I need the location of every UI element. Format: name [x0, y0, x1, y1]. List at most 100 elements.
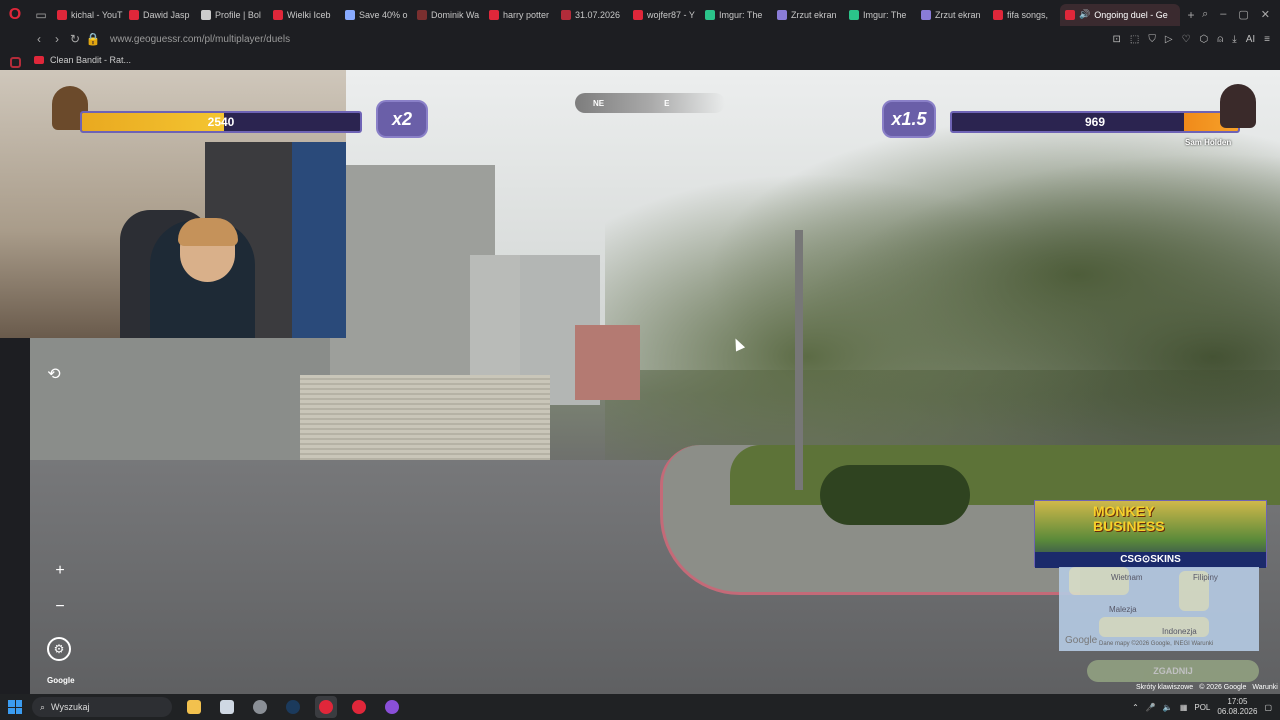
address-bar: ‹ › ↻ 🔒 www.geoguessr.com/pl/multiplayer… — [0, 29, 1280, 49]
return-to-start-icon[interactable]: ⟲ — [41, 361, 67, 387]
right-player-avatar — [1220, 84, 1256, 128]
taskbar-search[interactable]: ⌕ Wyszukaj — [32, 697, 172, 717]
start-button[interactable] — [0, 700, 30, 714]
streaming-app-icon[interactable] — [381, 696, 403, 718]
speaker-icon: 🔊 — [1079, 9, 1091, 19]
right-player-score: 969 — [1084, 115, 1106, 129]
left-player-score: 2540 — [207, 115, 235, 129]
map-label-vietnam: Wietnam — [1111, 573, 1143, 582]
bookmark-icon[interactable]: ⊡ — [1113, 34, 1121, 45]
tab-label: Wielki Iceb — [287, 9, 331, 20]
clock[interactable]: 17:05 06.08.2026 — [1217, 697, 1257, 717]
curtain — [292, 142, 346, 338]
shutter-wall — [300, 375, 550, 470]
right-multiplier-badge: x1.5 — [882, 100, 936, 138]
search-tabs-icon[interactable]: ⌕ — [1202, 8, 1208, 21]
tab-6[interactable]: harry potter — [484, 4, 556, 26]
settings-icon[interactable] — [249, 696, 271, 718]
tab-label: Zrzut ekran — [935, 9, 981, 20]
ai-icon[interactable]: AI — [1246, 34, 1255, 45]
close-icon[interactable]: ✕ — [1261, 8, 1270, 21]
compass: NE E — [575, 93, 725, 113]
network-icon[interactable]: ▦ — [1180, 703, 1188, 712]
url-field[interactable]: www.geoguessr.com/pl/multiplayer/duels — [110, 34, 290, 45]
tab-0[interactable]: kichal - YouT — [52, 4, 124, 26]
ad-title: MONKEY BUSINESS — [1093, 503, 1165, 534]
volume-icon[interactable]: 🔈 — [1163, 703, 1173, 712]
time: 17:05 — [1227, 697, 1248, 706]
menu-icon[interactable]: ≡ — [1264, 34, 1270, 45]
tab-label: kichal - YouT — [71, 9, 123, 20]
reload-icon[interactable]: ↻ — [66, 32, 84, 46]
tab-favicon-icon — [849, 9, 859, 20]
back-icon[interactable]: ‹ — [30, 32, 48, 46]
tab-7[interactable]: 31.07.2026 — [556, 4, 628, 26]
opera-logo-icon[interactable]: O — [0, 0, 30, 29]
settings-gear-icon[interactable]: ⚙ — [47, 637, 71, 661]
zoom-out-button[interactable]: − — [55, 598, 64, 616]
tab-ongoing-duel[interactable]: 🔊 Ongoing duel - Ge — [1060, 3, 1180, 26]
guess-button[interactable]: ZGADNIJ — [1087, 660, 1259, 682]
tab-label: wojfer87 - Y — [647, 9, 695, 20]
chevron-up-icon[interactable]: ⌃ — [1132, 703, 1139, 712]
zoom-in-button[interactable]: + — [55, 562, 64, 580]
opera-gx-icon[interactable] — [348, 696, 370, 718]
building — [575, 325, 640, 400]
search-icon: ⌕ — [40, 701, 46, 712]
terms-link[interactable]: Warunki — [1252, 684, 1277, 691]
tab-9[interactable]: Imgur: The — [700, 4, 772, 26]
search-placeholder: Wyszukaj — [51, 702, 90, 712]
tab-11[interactable]: Imgur: The — [844, 4, 916, 26]
tab-favicon-icon — [417, 9, 427, 20]
tab-favicon-icon — [201, 9, 211, 20]
guess-minimap[interactable]: Wietnam Filipiny Malezja Indonezja Googl… — [1059, 567, 1259, 651]
google-watermark: Google — [47, 676, 75, 685]
bookmark-item[interactable]: Clean Bandit - Rat... — [50, 55, 131, 65]
tab-2[interactable]: Profile | Bol — [196, 4, 268, 26]
ad-banner[interactable]: MONKEY BUSINESS CSG⊙SKINS — [1034, 500, 1267, 568]
tab-favicon-icon — [129, 9, 139, 20]
tab-10[interactable]: Zrzut ekran — [772, 4, 844, 26]
download-icon[interactable]: ⤓ — [1232, 34, 1236, 45]
tab-5[interactable]: Dominik Wa — [412, 4, 484, 26]
file-explorer-icon[interactable] — [183, 696, 205, 718]
account-icon[interactable]: ⍝ — [1217, 34, 1223, 45]
new-tab-icon[interactable]: + — [1180, 0, 1202, 29]
tab-3[interactable]: Wielki Iceb — [268, 4, 340, 26]
play-icon[interactable]: ▷ — [1165, 34, 1173, 45]
tab-bar: O ▭ kichal - YouT Dawid Jasp Profile | Bol… — [0, 0, 1280, 29]
snapshot-icon[interactable]: ⬚ — [1130, 34, 1139, 45]
windows-logo-icon — [8, 700, 22, 714]
tab-8[interactable]: wojfer87 - Y — [628, 4, 700, 26]
map-label-indonesia: Indonezja — [1162, 627, 1197, 636]
notification-icon[interactable]: ▢ — [1264, 703, 1272, 712]
mic-icon[interactable]: 🎤 — [1146, 703, 1156, 712]
map-google-logo: Google — [1065, 635, 1098, 646]
tab-label: fifa songs, — [1007, 9, 1049, 20]
tab-favicon-icon — [777, 9, 787, 20]
tab-12[interactable]: Zrzut ekran — [916, 4, 988, 26]
language-indicator[interactable]: POL — [1194, 703, 1210, 712]
keyboard-shortcuts-link[interactable]: Skróty klawiszowe — [1136, 684, 1193, 691]
app-icon[interactable] — [216, 696, 238, 718]
tab-menu-icon[interactable]: ▭ — [30, 0, 52, 29]
minimize-icon[interactable]: – — [1220, 8, 1226, 21]
heart-icon[interactable]: ♡ — [1182, 34, 1191, 45]
steam-icon[interactable] — [282, 696, 304, 718]
tab-favicon-icon — [273, 9, 283, 20]
messenger-icon[interactable] — [9, 57, 21, 68]
date: 06.08.2026 — [1217, 707, 1258, 716]
left-multiplier-badge: x2 — [376, 100, 428, 138]
opera-icon[interactable] — [315, 696, 337, 718]
zoom-controls: + − — [47, 562, 73, 616]
tab-1[interactable]: Dawid Jasp — [124, 4, 196, 26]
hedge — [820, 465, 970, 525]
grass — [730, 445, 1280, 505]
maximize-icon[interactable]: ▢ — [1238, 8, 1248, 21]
tab-13[interactable]: fifa songs, — [988, 4, 1060, 26]
tab-favicon-icon — [561, 9, 571, 20]
forward-icon[interactable]: › — [48, 32, 66, 46]
shield-icon[interactable]: ⛉ — [1148, 34, 1156, 45]
tab-4[interactable]: Save 40% o — [340, 4, 412, 26]
extensions-icon[interactable]: ⬡ — [1200, 34, 1209, 45]
